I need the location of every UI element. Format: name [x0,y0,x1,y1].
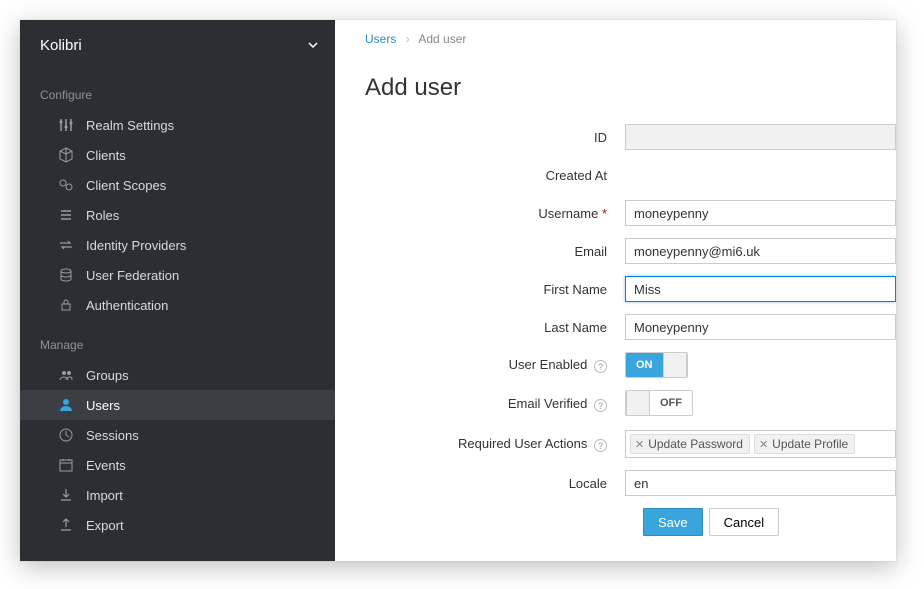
sidebar-item-user-federation[interactable]: User Federation [20,260,335,290]
breadcrumb-current: Add user [418,32,466,46]
required-actions-field[interactable]: ✕ Update Password ✕ Update Profile [625,430,896,458]
label-first-name: First Name [365,282,625,297]
label-user-enabled: User Enabled ? [365,357,625,372]
sidebar: Kolibri Configure Realm Settings Clients… [20,20,335,561]
calendar-icon [58,457,74,473]
toggle-on-label: ON [626,353,663,377]
realm-name: Kolibri [40,37,82,54]
export-icon [58,517,74,533]
tag-update-password: ✕ Update Password [630,434,750,454]
sidebar-item-label: Realm Settings [86,118,174,133]
label-last-name: Last Name [365,320,625,335]
clock-icon [58,427,74,443]
scopes-icon [58,177,74,193]
sidebar-item-label: Authentication [86,298,168,313]
sidebar-item-roles[interactable]: Roles [20,200,335,230]
save-button[interactable]: Save [643,508,703,536]
breadcrumb: Users › Add user [335,20,896,58]
sidebar-item-label: Users [86,398,120,413]
import-icon [58,487,74,503]
username-field[interactable] [625,200,896,226]
email-field[interactable] [625,238,896,264]
sidebar-item-client-scopes[interactable]: Client Scopes [20,170,335,200]
app-shell: Kolibri Configure Realm Settings Clients… [20,20,896,561]
database-icon [58,267,74,283]
locale-field[interactable] [625,470,896,496]
email-verified-toggle[interactable]: OFF [625,390,693,416]
section-label-manage: Manage [20,320,335,360]
label-email: Email [365,244,625,259]
sidebar-item-clients[interactable]: Clients [20,140,335,170]
sidebar-item-label: Export [86,518,124,533]
realm-selector[interactable]: Kolibri [20,20,335,70]
required-asterisk: * [602,206,607,221]
sidebar-item-label: Sessions [86,428,139,443]
tag-update-profile: ✕ Update Profile [754,434,855,454]
sidebar-item-events[interactable]: Events [20,450,335,480]
label-created-at: Created At [365,168,625,183]
user-enabled-toggle[interactable]: ON [625,352,688,378]
sidebar-item-authentication[interactable]: Authentication [20,290,335,320]
label-username: Username * [365,206,625,221]
list-icon [58,207,74,223]
sidebar-item-label: Import [86,488,123,503]
id-field [625,124,896,150]
sidebar-item-label: Clients [86,148,126,163]
remove-tag-icon[interactable]: ✕ [759,438,768,451]
last-name-field[interactable] [625,314,896,340]
sidebar-item-groups[interactable]: Groups [20,360,335,390]
sidebar-item-label: Roles [86,208,119,223]
breadcrumb-separator: › [400,32,416,46]
sidebar-item-label: Identity Providers [86,238,186,253]
sidebar-item-label: Groups [86,368,129,383]
help-icon[interactable]: ? [594,439,607,452]
help-icon[interactable]: ? [594,399,607,412]
label-email-verified: Email Verified ? [365,396,625,411]
sidebar-item-realm-settings[interactable]: Realm Settings [20,110,335,140]
toggle-knob [663,353,687,377]
section-label-configure: Configure [20,70,335,110]
sidebar-item-label: Events [86,458,126,473]
cube-icon [58,147,74,163]
cancel-button[interactable]: Cancel [709,508,779,536]
exchange-icon [58,237,74,253]
breadcrumb-parent-link[interactable]: Users [365,32,396,46]
remove-tag-icon[interactable]: ✕ [635,438,644,451]
chevron-down-icon [307,39,319,51]
label-locale: Locale [365,476,625,491]
add-user-form: ID Created At Username * [335,124,896,536]
page-title: Add user [335,58,896,124]
group-icon [58,367,74,383]
toggle-off-label: OFF [650,391,692,415]
lock-icon [58,297,74,313]
user-icon [58,397,74,413]
label-required-actions: Required User Actions ? [365,436,625,451]
sliders-icon [58,117,74,133]
sidebar-item-import[interactable]: Import [20,480,335,510]
sidebar-item-identity-providers[interactable]: Identity Providers [20,230,335,260]
sidebar-item-export[interactable]: Export [20,510,335,540]
label-id: ID [365,130,625,145]
sidebar-item-label: User Federation [86,268,179,283]
help-icon[interactable]: ? [594,360,607,373]
first-name-field[interactable] [625,276,896,302]
sidebar-item-users[interactable]: Users [20,390,335,420]
toggle-knob [626,391,650,415]
main-content: Users › Add user Add user ID Created At … [335,20,896,561]
sidebar-item-label: Client Scopes [86,178,166,193]
sidebar-item-sessions[interactable]: Sessions [20,420,335,450]
